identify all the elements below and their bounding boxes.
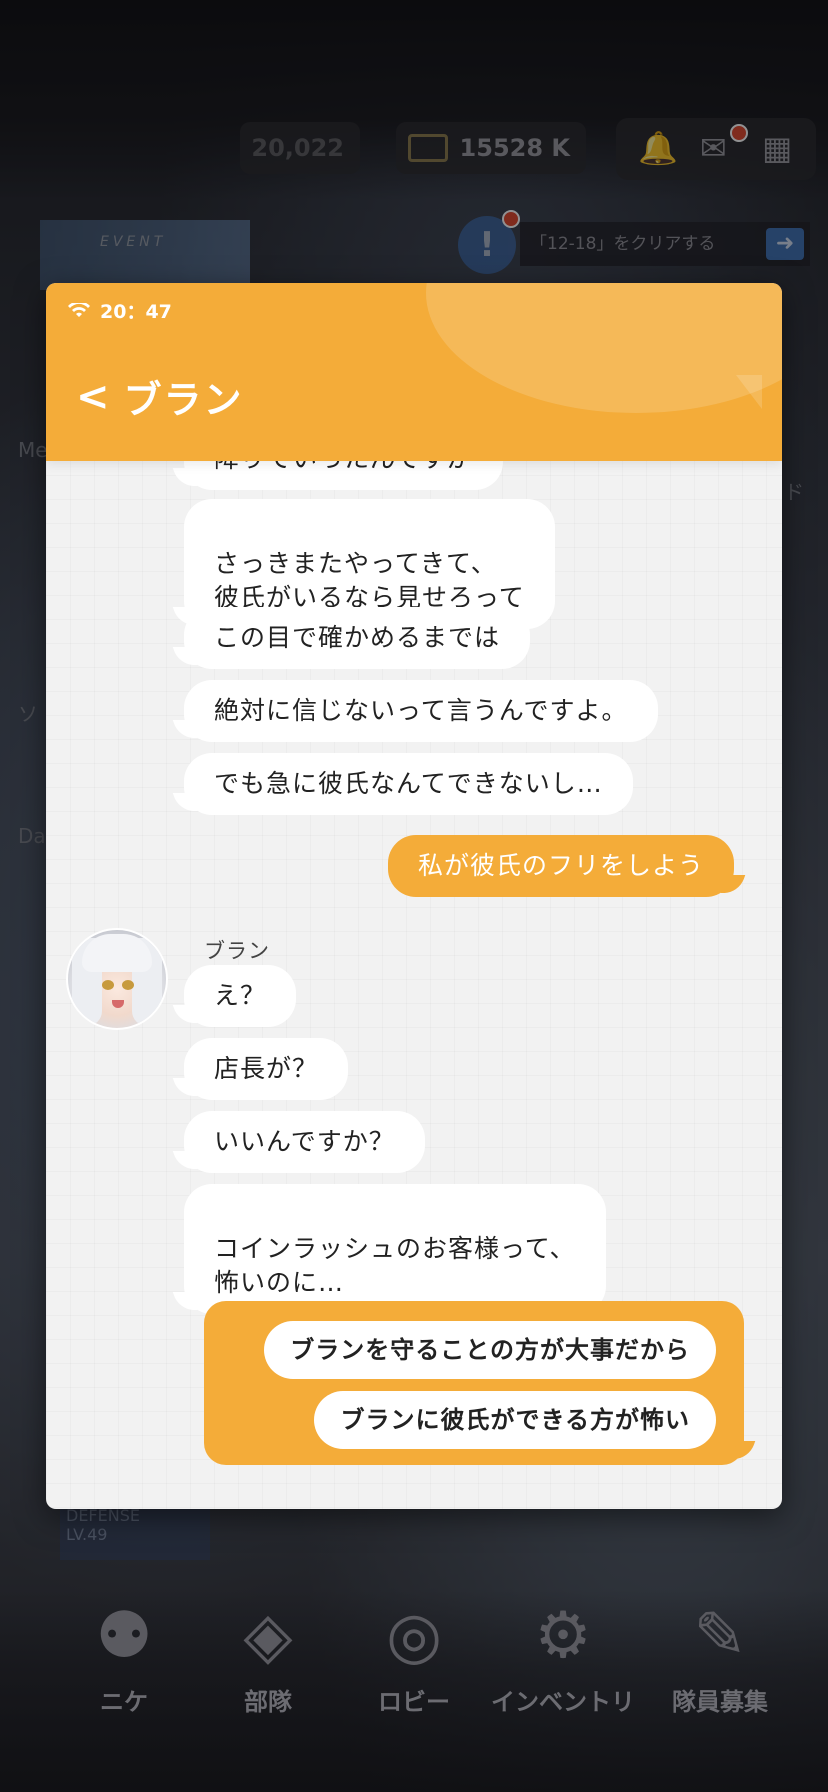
chevron-left-icon[interactable]: < [76, 377, 110, 417]
contact-avatar[interactable] [66, 928, 168, 1030]
nav-lobby[interactable]: ◎ ロビー [344, 1596, 484, 1717]
lobby-icon: ◎ [386, 1599, 442, 1673]
people-icon: ⚉ [95, 1599, 153, 1673]
back-button[interactable]: < ブラン [76, 369, 244, 424]
squad-icon: ◈ [243, 1599, 293, 1673]
nav-recruit[interactable]: ✎ 隊員募集 [650, 1596, 790, 1717]
message-bubble: いいんですか？ [184, 1111, 425, 1173]
nav-nikke[interactable]: ⚉ ニケ [54, 1596, 194, 1717]
message-bubble-user: 私が彼氏のフリをしよう [388, 835, 735, 897]
recruit-icon: ✎ [693, 1599, 747, 1673]
chat-thread[interactable]: 降りていったんですが さっきまたやってきて、 彼氏がいるなら見せろって この目で… [46, 283, 782, 1509]
header-decoration [426, 283, 782, 413]
nav-squad[interactable]: ◈ 部隊 [198, 1596, 338, 1717]
message-bubble: 絶対に信じないって言うんですよ。 [184, 680, 658, 742]
choice-option-2[interactable]: ブランに彼氏ができる方が怖い [314, 1391, 716, 1449]
chat-header: 20：47 < ブラン [46, 283, 782, 461]
reply-choices-panel: ブランを守ることの方が大事だから ブランに彼氏ができる方が怖い [204, 1301, 744, 1465]
message-window: 降りていったんですが さっきまたやってきて、 彼氏がいるなら見せろって この目で… [46, 283, 782, 1509]
nav-inventory[interactable]: ⚙ インベントリ [488, 1596, 638, 1717]
sender-name: ブラン [204, 939, 270, 963]
message-bubble: コインラッシュのお客様って、 怖いのに… [184, 1184, 606, 1314]
status-bar: 20：47 [68, 297, 172, 324]
choice-option-1[interactable]: ブランを守ることの方が大事だから [264, 1321, 716, 1379]
header-decoration-tail [736, 375, 762, 409]
inventory-icon: ⚙ [534, 1599, 592, 1673]
wifi-icon [68, 302, 90, 317]
contact-name-title: ブラン [123, 378, 244, 422]
message-bubble: 店長が？ [184, 1038, 349, 1100]
message-bubble: え？ [184, 965, 297, 1027]
message-bubble: この目で確かめるまでは [184, 607, 531, 669]
status-time: 20：47 [100, 301, 172, 323]
message-bubble: でも急に彼氏なんてできないし… [184, 753, 633, 815]
